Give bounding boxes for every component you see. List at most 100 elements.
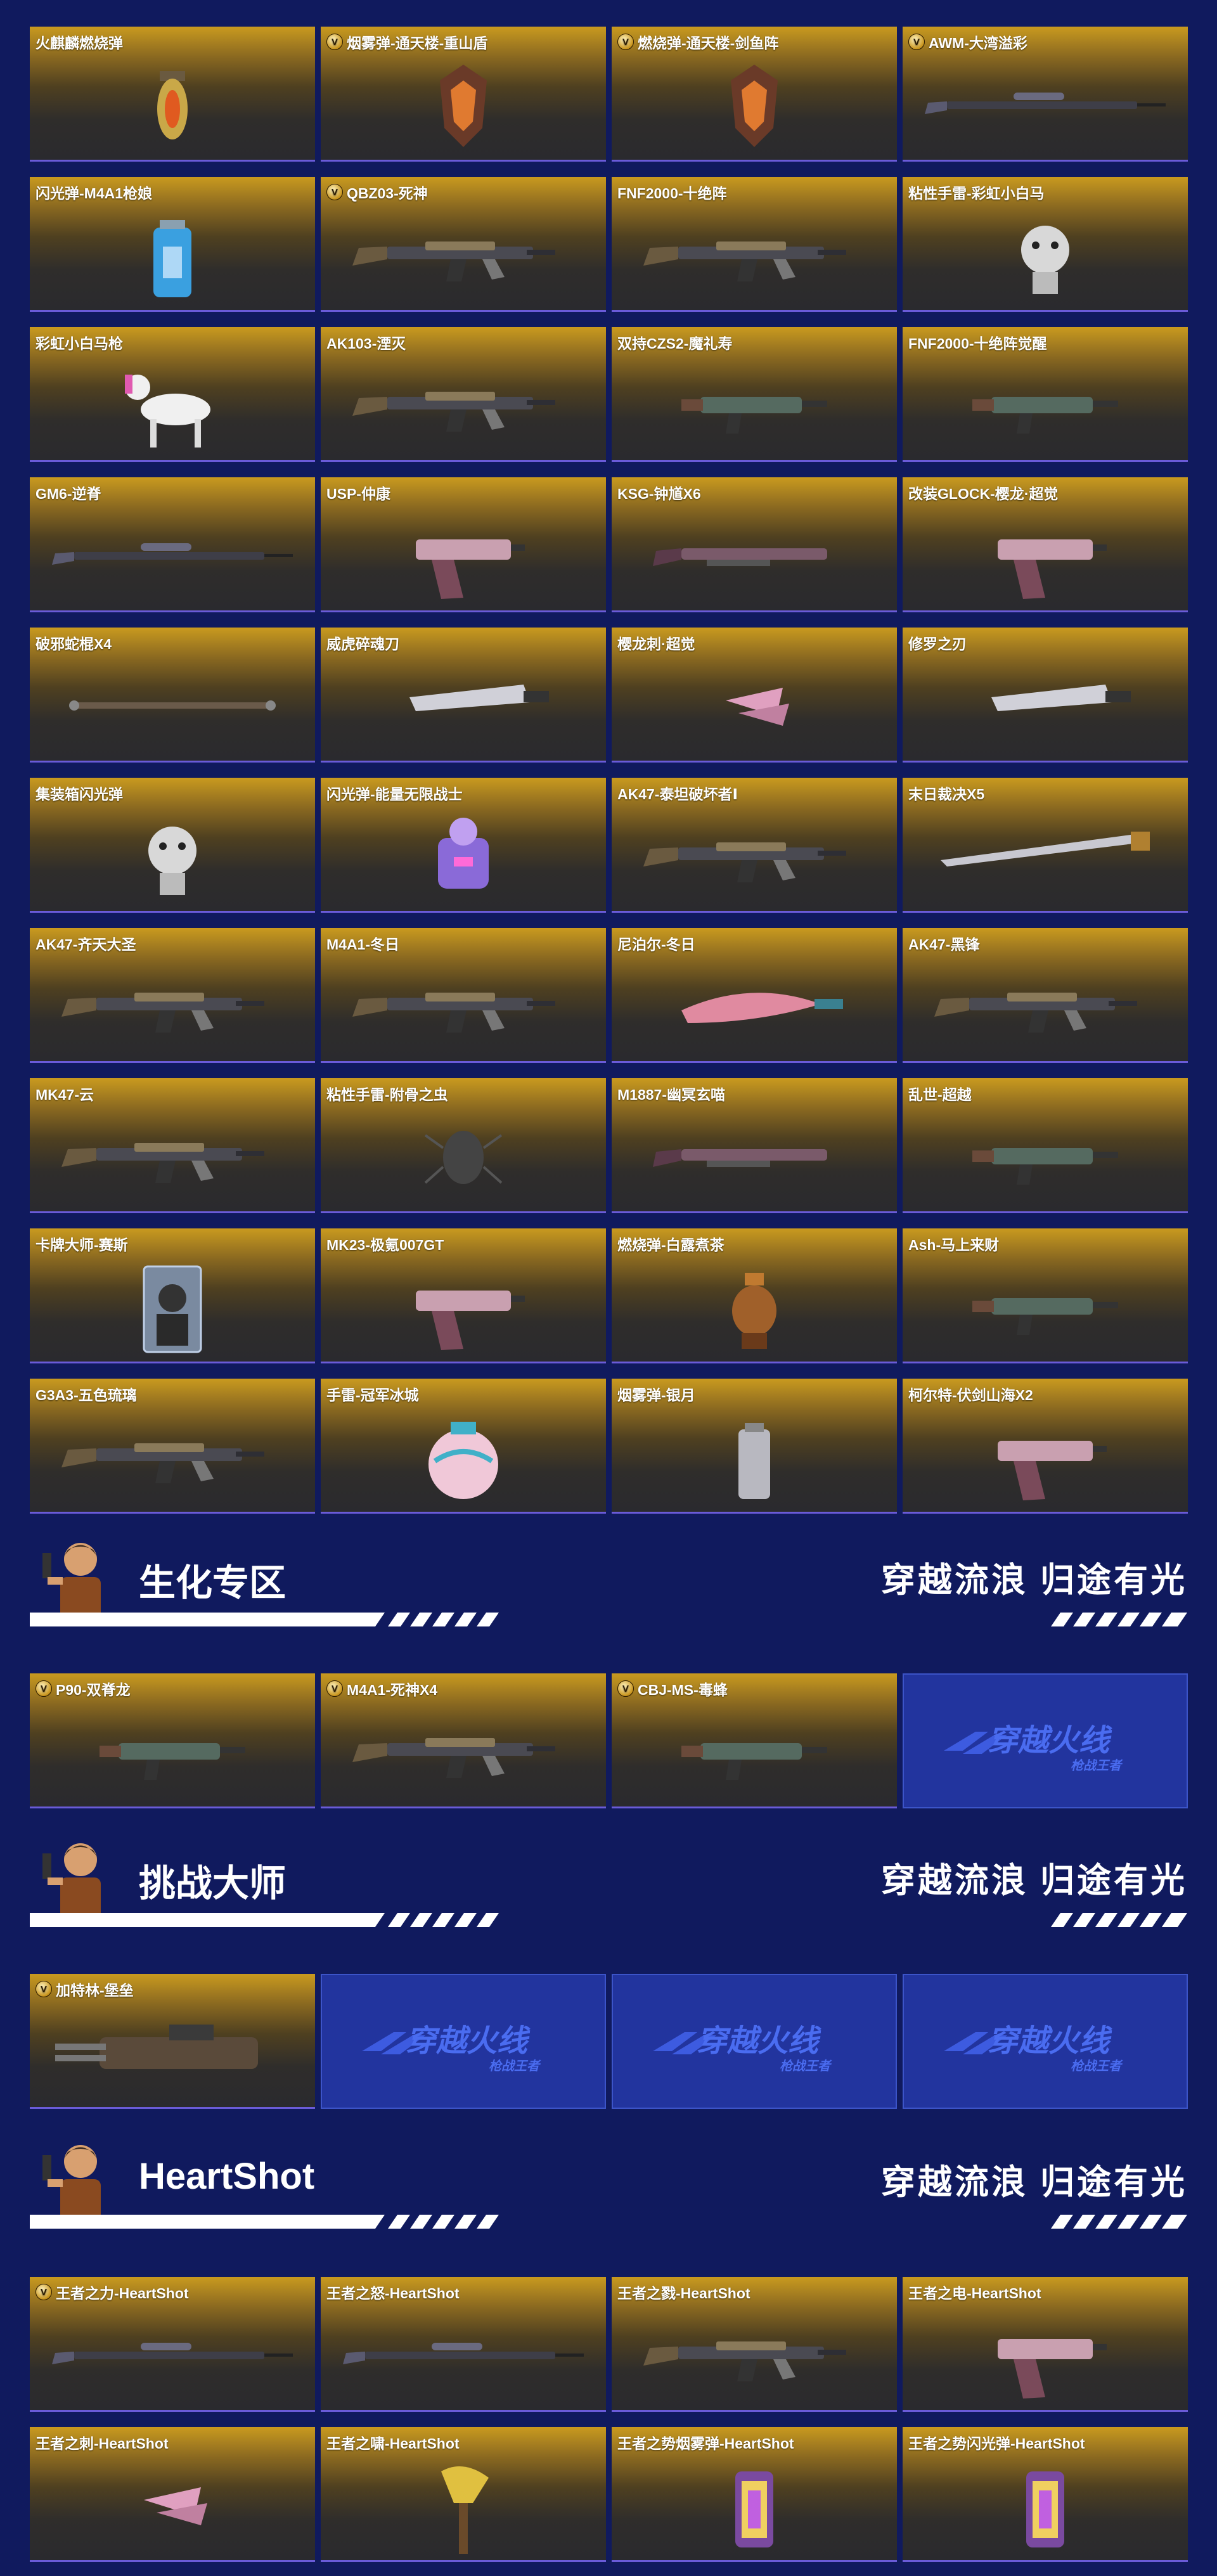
item-card[interactable]: 修罗之刃 <box>903 628 1188 763</box>
item-card[interactable]: USP-仲康 <box>321 477 606 612</box>
item-name: FNF2000-十绝阵 <box>617 181 727 203</box>
item-card[interactable]: V CBJ-MS-毒蜂 <box>612 1673 897 1808</box>
section-title: 生化专区 <box>139 1562 287 1604</box>
item-card[interactable]: 尼泊尔-冬日 <box>612 928 897 1063</box>
cf-logo-card: 穿越火线 枪战王者 <box>903 1974 1188 2109</box>
item-card[interactable]: 闪光弹-M4A1枪娘 <box>30 177 315 312</box>
rifle-icon <box>643 842 846 882</box>
item-name-text: 卡牌大师-赛斯 <box>35 1237 128 1253</box>
cf-logo-icon: 穿越火线枪战王者 <box>653 2025 832 2073</box>
logo-main-text: 穿越火线 <box>988 2025 1112 2058</box>
item-name: KSG-钟馗X6 <box>617 482 701 503</box>
item-name: V 烟雾弹-通天楼-重山盾 <box>326 31 487 53</box>
item-card[interactable]: M4A1-冬日 <box>321 928 606 1063</box>
item-card[interactable]: 粘性手雷-彩虹小白马 <box>903 177 1188 312</box>
item-card[interactable]: 双持CZS2-魔礼寿 <box>612 327 897 462</box>
main-item-grid: 火麒麟燃烧弹 V 烟雾弹-通天楼-重山盾 V 燃烧弹-通天楼-剑鱼阵 V AWM-大湾溢彩闪… <box>30 27 1188 1514</box>
cf-logo-icon: 穿越火线枪战王者 <box>944 2025 1123 2073</box>
item-name: 修罗之刃 <box>908 632 967 654</box>
item-card[interactable]: AK47-黑锋 <box>903 928 1188 1063</box>
item-card[interactable]: 末日裁决X5 <box>903 778 1188 913</box>
item-card[interactable]: 王者之电-HeartShot <box>903 2277 1188 2412</box>
item-card[interactable]: KSG-钟馗X6 <box>612 477 897 612</box>
title-underline-bar <box>30 1613 499 1626</box>
item-name: 王者之势烟雾弹-HeartShot <box>617 2431 794 2453</box>
item-name-text: 粘性手雷-彩虹小白马 <box>908 185 1045 202</box>
item-name-text: 烟雾弹-通天楼-重山盾 <box>347 35 488 51</box>
item-card[interactable]: 樱龙刺·超觉 <box>612 628 897 763</box>
item-card[interactable]: 威虎碎魂刀 <box>321 628 606 763</box>
item-card[interactable]: 王者之啸-HeartShot <box>321 2427 606 2562</box>
item-card[interactable]: 王者之刺-HeartShot <box>30 2427 315 2562</box>
item-name-text: MK47-云 <box>35 1086 94 1103</box>
item-card[interactable]: AK47-齐天大圣 <box>30 928 315 1063</box>
item-card[interactable]: 闪光弹-能量无限战士 <box>321 778 606 913</box>
item-name-text: 加特林-堡垒 <box>56 1982 134 1999</box>
smg-icon <box>972 1298 1118 1335</box>
item-card[interactable]: V P90-双脊龙 <box>30 1673 315 1808</box>
item-card[interactable]: GM6-逆脊 <box>30 477 315 612</box>
rifle-icon <box>352 993 555 1033</box>
item-card[interactable]: G3A3-五色琉璃 <box>30 1379 315 1514</box>
section-slogan: 穿越流浪 归途有光 <box>880 2163 1187 2201</box>
item-card[interactable]: 柯尔特-伏剑山海X2 <box>903 1379 1188 1514</box>
canister-icon <box>738 1423 770 1499</box>
item-card[interactable]: 火麒麟燃烧弹 <box>30 27 315 162</box>
slogan-stripes <box>1051 1913 1187 1927</box>
item-card[interactable]: V AWM-大湾溢彩 <box>903 27 1188 162</box>
claw-icon <box>726 688 789 726</box>
item-name: M1887-幽冥玄喵 <box>617 1083 725 1104</box>
rifle-icon <box>61 993 264 1033</box>
item-card[interactable]: 粘性手雷-附骨之虫 <box>321 1078 606 1213</box>
item-card[interactable]: 王者之戮-HeartShot <box>612 2277 897 2412</box>
item-card[interactable]: V QBZ03-死神 <box>321 177 606 312</box>
item-name-text: 燃烧弹-白露煮茶 <box>617 1237 724 1253</box>
item-card[interactable]: MK47-云 <box>30 1078 315 1213</box>
item-card[interactable]: V M4A1-死神X4 <box>321 1673 606 1808</box>
v-badge-icon: V <box>617 1680 634 1697</box>
item-name-text: 闪光弹-M4A1枪娘 <box>35 185 153 202</box>
item-card[interactable]: 破邪蛇棍X4 <box>30 628 315 763</box>
item-name-text: AK47-泰坦破坏者Ⅰ <box>617 786 738 802</box>
item-card[interactable]: V 燃烧弹-通天楼-剑鱼阵 <box>612 27 897 162</box>
item-name-text: 王者之戮-HeartShot <box>617 2285 750 2302</box>
axe-icon <box>441 2466 489 2554</box>
item-card[interactable]: 集装箱闪光弹 <box>30 778 315 913</box>
item-card[interactable]: 乱世-超越 <box>903 1078 1188 1213</box>
item-card[interactable]: MK23-极氪007GT <box>321 1228 606 1363</box>
section-item-grid: V P90-双脊龙 V M4A1-死神X4 V CBJ-MS-毒蜂 穿越火线 枪战王者 <box>30 1673 1188 1808</box>
logo-sub-text: 枪战王者 <box>780 2059 832 2073</box>
item-card[interactable]: 王者之怒-HeartShot <box>321 2277 606 2412</box>
item-name-text: P90-双脊龙 <box>56 1682 131 1698</box>
item-card[interactable]: V 王者之力-HeartShot <box>30 2277 315 2412</box>
item-name: 手雷-冠军冰城 <box>326 1383 419 1405</box>
item-card[interactable]: AK103-湮灭 <box>321 327 606 462</box>
item-card[interactable]: AK47-泰坦破坏者Ⅰ <box>612 778 897 913</box>
item-card[interactable]: 彩虹小白马枪 <box>30 327 315 462</box>
item-name: 乱世-超越 <box>908 1083 972 1104</box>
item-name-text: 威虎碎魂刀 <box>326 636 399 652</box>
item-name-text: 王者之势闪光弹-HeartShot <box>908 2435 1085 2452</box>
item-name: G3A3-五色琉璃 <box>35 1383 137 1405</box>
item-name: AK103-湮灭 <box>326 332 406 353</box>
item-name: 王者之啸-HeartShot <box>326 2431 460 2453</box>
item-card[interactable]: FNF2000-十绝阵 <box>612 177 897 312</box>
item-card[interactable]: 改装GLOCK-樱龙·超觉 <box>903 477 1188 612</box>
item-card[interactable]: M1887-幽冥玄喵 <box>612 1078 897 1213</box>
item-card[interactable]: 手雷-冠军冰城 <box>321 1379 606 1514</box>
item-card[interactable]: 卡牌大师-赛斯 <box>30 1228 315 1363</box>
item-card[interactable]: V 烟雾弹-通天楼-重山盾 <box>321 27 606 162</box>
item-card[interactable]: V 加特林-堡垒 <box>30 1974 315 2109</box>
item-name-text: FNF2000-十绝阵觉醒 <box>908 335 1047 352</box>
item-card[interactable]: Ash-马上来财 <box>903 1228 1188 1363</box>
item-name: AK47-泰坦破坏者Ⅰ <box>617 782 738 804</box>
item-card[interactable]: 燃烧弹-白露煮茶 <box>612 1228 897 1363</box>
item-name: 王者之怒-HeartShot <box>326 2281 460 2303</box>
item-card[interactable]: 烟雾弹-银月 <box>612 1379 897 1514</box>
kukri-icon <box>681 993 843 1023</box>
item-card[interactable]: FNF2000-十绝阵觉醒 <box>903 327 1188 462</box>
sniper-icon <box>925 93 1166 114</box>
item-card[interactable]: 王者之势烟雾弹-HeartShot <box>612 2427 897 2562</box>
item-card[interactable]: 王者之势闪光弹-HeartShot <box>903 2427 1188 2562</box>
staff-icon <box>69 700 276 711</box>
